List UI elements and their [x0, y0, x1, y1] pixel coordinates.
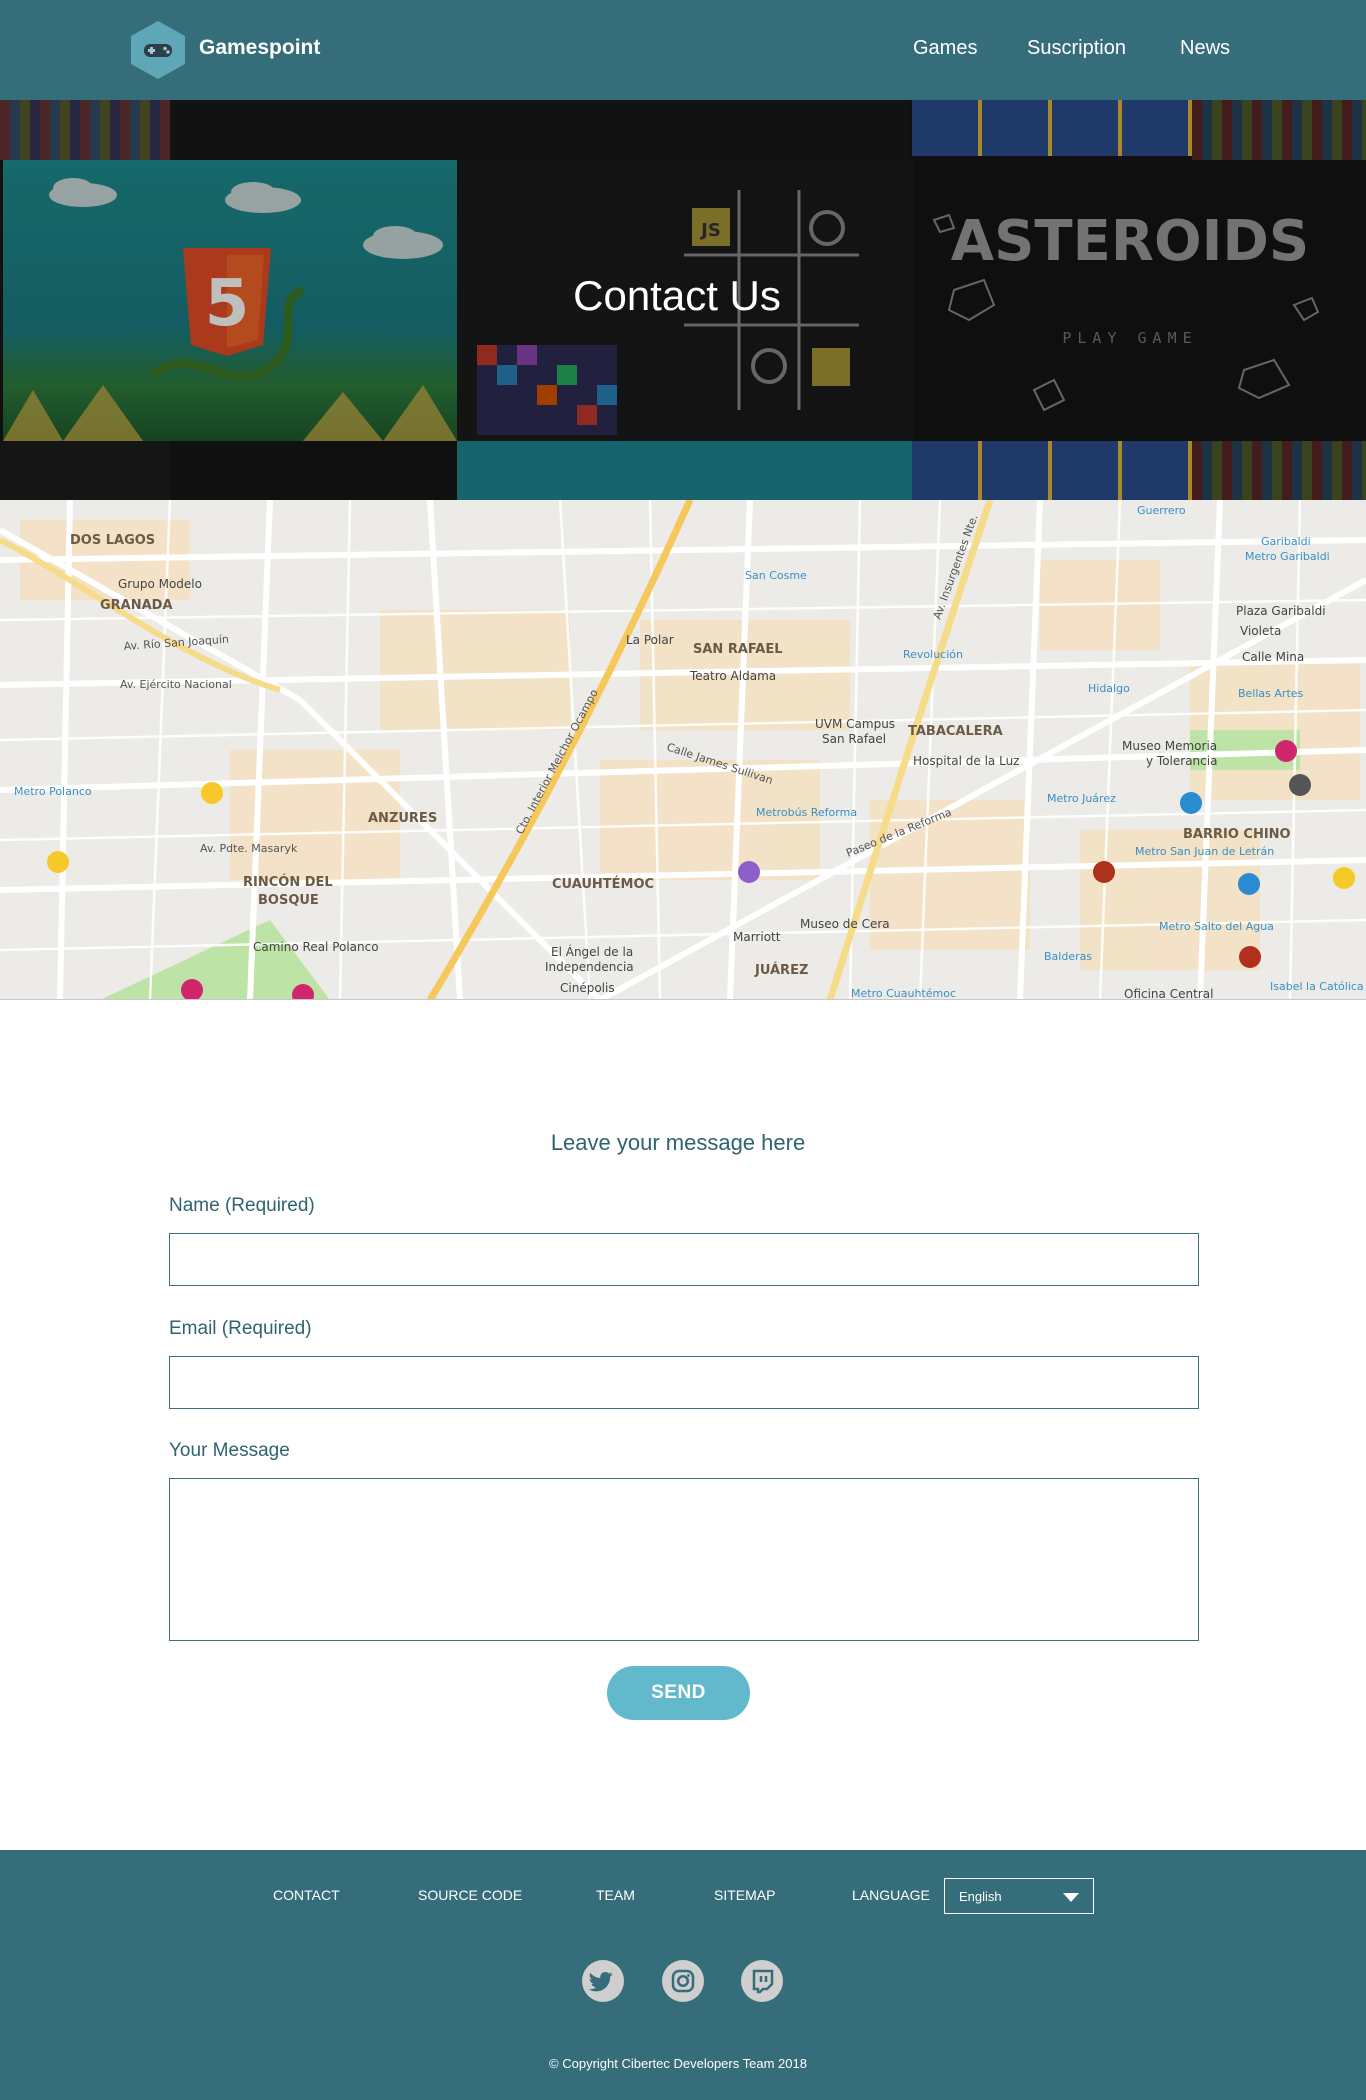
map-place-la-polar: La Polar: [626, 633, 674, 647]
nav-suscription-link[interactable]: Suscription: [1027, 37, 1126, 60]
map-place-marriott: Marriott: [733, 930, 781, 944]
map-station-balderas: Balderas: [1044, 950, 1092, 963]
twitter-icon[interactable]: [582, 1960, 624, 2002]
map-place-uvm-2: San Rafael: [822, 732, 886, 746]
map-station-garibaldi: Garibaldi: [1261, 535, 1311, 548]
chevron-down-icon: [1063, 1893, 1079, 1902]
page-title: Contact Us: [573, 272, 781, 319]
hero-banner: 5 JS ASTEROIDS PLAY GAME Contact Us: [0, 100, 1366, 500]
map-station-san-cosme: San Cosme: [745, 569, 807, 582]
brand-name[interactable]: Gamespoint: [199, 36, 320, 60]
map-label-granada: GRANADA: [100, 598, 173, 613]
nav-games-link[interactable]: Games: [913, 37, 977, 60]
map-label-juarez: JUÁREZ: [754, 962, 808, 978]
map-place-angel: El Ángel de la: [551, 944, 633, 959]
map-label-san-rafael: SAN RAFAEL: [693, 642, 783, 657]
map-station-metro-polanco: Metro Polanco: [14, 785, 92, 798]
map-place-museo-memoria: Museo Memoria: [1122, 739, 1217, 753]
map-place-uvm: UVM Campus: [815, 717, 895, 731]
send-button[interactable]: SEND: [607, 1666, 750, 1720]
map-place-oficina: Oficina Central: [1124, 987, 1213, 1000]
copyright-text: © Copyright Cibertec Developers Team 201…: [549, 2056, 807, 2071]
map-place-independencia: Independencia: [545, 960, 634, 974]
footer-link-contact[interactable]: CONTACT: [273, 1887, 340, 1903]
form-heading: Leave your message here: [550, 1130, 806, 1155]
map-place-grupo-modelo: Grupo Modelo: [118, 577, 202, 591]
name-label: Name (Required): [169, 1195, 315, 1216]
twitch-icon[interactable]: [741, 1960, 783, 2002]
map-label-cuauhtemoc: CUAUHTÉMOC: [552, 876, 654, 892]
site-header: Gamespoint Games Suscription News: [0, 0, 1366, 100]
footer-link-team[interactable]: TEAM: [596, 1887, 635, 1903]
language-select-value: English: [959, 1889, 1002, 1904]
instagram-icon[interactable]: [662, 1960, 704, 2002]
map-place-garibaldi: Plaza Garibaldi: [1236, 604, 1326, 618]
footer-link-source-code[interactable]: SOURCE CODE: [418, 1887, 522, 1903]
gamepad-logo-icon[interactable]: [129, 19, 187, 81]
map-label-bosque: BOSQUE: [258, 893, 319, 908]
map-street-ejercito: Av. Ejército Nacional: [120, 678, 232, 691]
map-label-dos-lagos: DOS LAGOS: [70, 533, 155, 548]
map-place-teatro-aldama: Teatro Aldama: [689, 669, 776, 683]
map-station-metrobus-reforma: Metrobús Reforma: [756, 806, 857, 819]
map-station-san-juan: Metro San Juan de Letrán: [1135, 845, 1274, 858]
map-station-hidalgo: Hidalgo: [1088, 682, 1130, 695]
map-place-camino-real: Camino Real Polanco: [253, 940, 379, 954]
map-label-rincon: RINCÓN DEL: [243, 874, 333, 890]
map-place-cinepolis: Cinépolis: [560, 981, 615, 995]
map-street-violeta: Violeta: [1240, 624, 1281, 638]
map-street-mina: Calle Mina: [1242, 650, 1304, 664]
map-label-barrio-chino: BARRIO CHINO: [1183, 827, 1291, 842]
map-station-metro-juarez: Metro Juárez: [1047, 792, 1116, 805]
map-station-metro-garibaldi: Metro Garibaldi: [1245, 550, 1330, 563]
map-street-masaryk: Av. Pdte. Masaryk: [200, 842, 298, 855]
map-place-tolerancia: y Tolerancia: [1146, 754, 1217, 768]
message-textarea[interactable]: [169, 1478, 1199, 1641]
language-label: LANGUAGE: [852, 1887, 930, 1903]
map-label-tabacalera: TABACALERA: [908, 724, 1003, 739]
map-station-revolucion: Revolución: [903, 648, 963, 661]
language-select[interactable]: English: [944, 1878, 1094, 1914]
email-label: Email (Required): [169, 1318, 312, 1339]
footer-link-sitemap[interactable]: SITEMAP: [714, 1887, 775, 1903]
message-label: Your Message: [169, 1440, 290, 1461]
map-label-anzures: ANZURES: [368, 811, 437, 826]
map-station-isabel: Isabel la Católica: [1270, 980, 1364, 993]
map-place-hospital: Hospital de la Luz: [913, 754, 1019, 768]
nav-news-link[interactable]: News: [1180, 37, 1230, 60]
name-field[interactable]: [169, 1233, 1199, 1286]
map-station-guerrero: Guerrero: [1137, 504, 1186, 517]
location-map[interactable]: DOS LAGOS GRANADA SAN RAFAEL TABACALERA …: [0, 500, 1366, 1000]
map-station-bellas-artes: Bellas Artes: [1238, 687, 1304, 700]
map-station-salto-agua: Metro Salto del Agua: [1159, 920, 1274, 933]
email-field[interactable]: [169, 1356, 1199, 1409]
map-station-cuauhtemoc: Metro Cuauhtémoc: [851, 987, 956, 1000]
map-place-museo-cera: Museo de Cera: [800, 917, 890, 931]
